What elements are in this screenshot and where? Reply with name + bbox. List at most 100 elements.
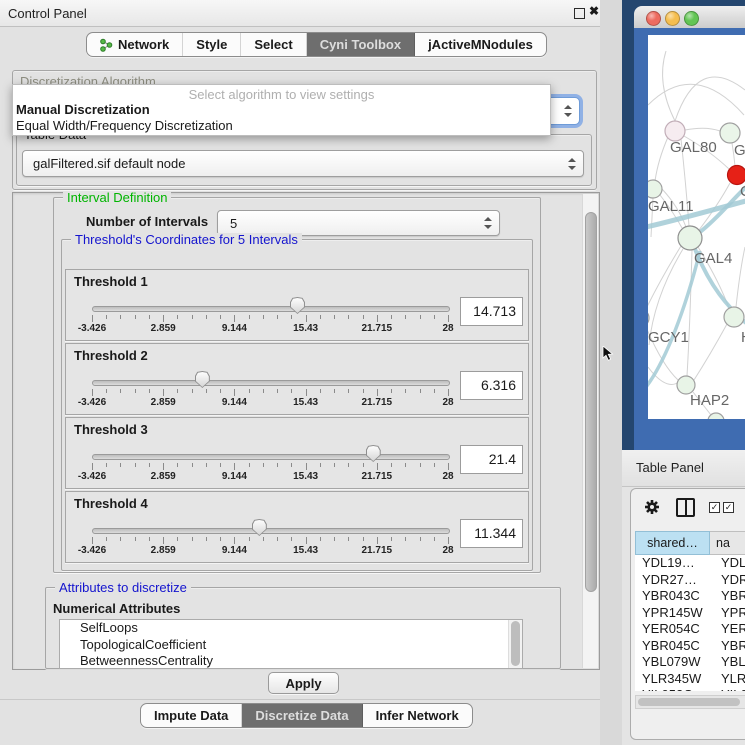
minor-tick — [434, 315, 435, 319]
table-row[interactable]: YBR043CYBR0 — [635, 588, 745, 605]
network-edge[interactable] — [655, 137, 668, 181]
dropdown-placeholder-item[interactable]: Select algorithm to view settings — [13, 87, 550, 102]
mac-zoom-button[interactable] — [684, 11, 699, 26]
tick-label: 2.859 — [151, 545, 176, 556]
slider-track[interactable] — [92, 528, 450, 534]
tab-cyni-toolbox[interactable]: Cyni Toolbox — [307, 33, 415, 56]
tab-jactivemnodules[interactable]: jActiveMNodules — [415, 33, 546, 56]
threshold-value-field[interactable]: 14.713 — [460, 297, 523, 326]
network-edge[interactable] — [648, 246, 681, 311]
network-edge[interactable] — [736, 247, 745, 307]
dropdown-option-manual[interactable]: Manual Discretization — [13, 102, 550, 118]
network-node-gal11[interactable] — [648, 180, 662, 198]
tick-label: 21.715 — [362, 397, 393, 408]
tab-discretize-data[interactable]: Discretize Data — [242, 704, 362, 727]
minor-tick — [363, 537, 364, 541]
divider — [0, 699, 600, 700]
minor-tick — [348, 463, 349, 467]
network-edge[interactable] — [648, 251, 700, 387]
major-tick — [234, 463, 235, 470]
table-row[interactable]: YBL079WYBL0 — [635, 654, 745, 671]
major-tick — [448, 537, 449, 544]
panel-vertical-scrollbar[interactable] — [582, 194, 598, 668]
network-edge[interactable] — [685, 128, 720, 131]
network-node-c[interactable] — [728, 166, 745, 185]
table-data-value: galFiltered.sif default node — [33, 151, 185, 176]
tab-label: Infer Network — [376, 708, 459, 723]
minor-tick — [177, 463, 178, 467]
tick-label: 9.144 — [222, 471, 247, 482]
network-node-gal4[interactable] — [678, 226, 702, 250]
table-header-cell[interactable]: shared… — [635, 531, 710, 555]
table-row[interactable]: YLR345WYLR3 — [635, 671, 745, 688]
float-window-icon[interactable] — [574, 8, 585, 19]
tab-impute-data[interactable]: Impute Data — [141, 704, 242, 727]
network-canvas[interactable]: GAL80GACGAL11GAL4GCY1HAHAP2 — [648, 35, 745, 419]
network-edge[interactable] — [663, 51, 675, 121]
minor-tick — [135, 389, 136, 393]
minor-tick — [249, 463, 250, 467]
minor-tick — [405, 389, 406, 393]
attributes-list-scrollbar[interactable] — [508, 620, 522, 668]
numerical-attributes-list[interactable]: SelfLoopsTopologicalCoefficientBetweenne… — [59, 619, 523, 669]
minor-tick — [405, 463, 406, 467]
slider-track[interactable] — [92, 306, 450, 312]
minor-tick — [177, 537, 178, 541]
network-node-gcy1[interactable] — [648, 309, 649, 327]
attribute-list-item[interactable]: BetweennessCentrality — [60, 653, 522, 669]
major-tick — [163, 389, 164, 396]
table-panel: Table Panel ✓ ✓ shared… na YDL19…YDL1YDR… — [622, 450, 745, 745]
column-layout-icon[interactable] — [676, 498, 695, 517]
table-data-combobox[interactable]: galFiltered.sif default node — [22, 150, 584, 177]
network-edge[interactable] — [648, 84, 744, 115]
network-node-ha[interactable] — [724, 307, 744, 327]
table-row[interactable]: YIL052CYIL0 — [635, 687, 745, 691]
table-row[interactable]: YPR145WYPR1 — [635, 605, 745, 622]
table-horizontal-scrollbar[interactable] — [635, 695, 745, 709]
tab-infer-network[interactable]: Infer Network — [363, 704, 472, 727]
threshold-value-field[interactable]: 11.344 — [460, 519, 523, 548]
network-node-ga[interactable] — [720, 123, 740, 143]
major-tick — [163, 537, 164, 544]
settings-gear-icon[interactable] — [643, 498, 661, 516]
attribute-list-item[interactable]: TopologicalCoefficient — [60, 637, 522, 654]
table-cell: YDR2 — [715, 572, 745, 589]
table-cell: YBR045C — [635, 638, 715, 655]
tick-label: 28 — [442, 545, 453, 556]
table-row[interactable]: YBR045CYBR0 — [635, 638, 745, 655]
minor-tick — [220, 389, 221, 393]
tab-network[interactable]: Network — [87, 33, 183, 56]
scrollbar-thumb[interactable] — [638, 698, 740, 706]
slider-track[interactable] — [92, 380, 450, 386]
table-row[interactable]: YDL19…YDL1 — [635, 555, 745, 572]
dropdown-option-equal-width[interactable]: Equal Width/Frequency Discretization — [13, 118, 550, 134]
network-edge[interactable] — [675, 77, 745, 121]
table-row[interactable]: YDR27…YDR2 — [635, 572, 745, 589]
network-edge[interactable] — [687, 250, 692, 376]
minor-tick — [334, 389, 335, 393]
scrollbar-thumb[interactable] — [585, 212, 597, 592]
slider-track[interactable] — [92, 454, 450, 460]
minor-tick — [405, 537, 406, 541]
mac-close-button[interactable] — [646, 11, 661, 26]
minor-tick — [277, 463, 278, 467]
table-header-cell[interactable]: na — [710, 531, 745, 555]
close-icon[interactable]: ✖ — [589, 4, 599, 18]
select-columns-checkbox-icon[interactable]: ✓ — [723, 502, 734, 513]
attribute-list-item[interactable]: SelfLoops — [60, 620, 522, 637]
threshold-value-field[interactable]: 6.316 — [460, 371, 523, 400]
tab-select[interactable]: Select — [241, 33, 306, 56]
tab-style[interactable]: Style — [183, 33, 241, 56]
network-node-gal80[interactable] — [665, 121, 685, 141]
mac-minimize-button[interactable] — [665, 11, 680, 26]
tab-label: Style — [196, 37, 227, 52]
table-row[interactable]: YER054CYER0 — [635, 621, 745, 638]
minor-tick — [120, 537, 121, 541]
minor-tick — [106, 537, 107, 541]
scrollbar-thumb[interactable] — [511, 621, 520, 666]
threshold-value-field[interactable]: 21.4 — [460, 445, 523, 474]
threshold-box-1: Threshold 1-3.4262.8599.14415.4321.71528… — [65, 269, 529, 341]
network-edge[interactable] — [694, 324, 727, 380]
apply-button[interactable]: Apply — [268, 672, 339, 694]
select-columns-checkbox-icon[interactable]: ✓ — [709, 502, 720, 513]
